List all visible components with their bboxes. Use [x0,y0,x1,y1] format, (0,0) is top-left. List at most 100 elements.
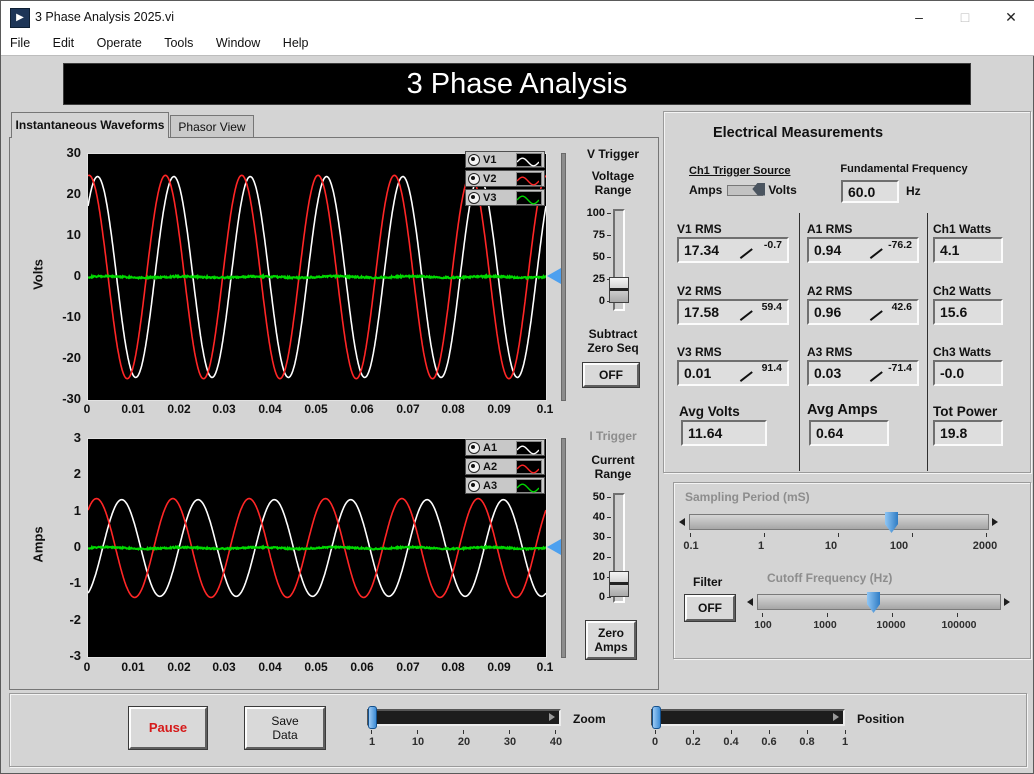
amp-trigger-pointer-icon[interactable] [547,539,561,555]
trigger-source-track[interactable] [727,185,763,196]
fundamental-frequency-label: Fundamental Frequency [819,163,989,175]
cutoff-decrement-icon[interactable] [747,598,753,606]
voltage-range-thumb[interactable] [609,277,629,303]
tab-phasor-view[interactable]: Phasor View [170,115,254,138]
current-range-thumb[interactable] [609,571,629,597]
amp-xtick: 0.05 [296,660,336,674]
zero-amps-button-line1: Zero [588,626,634,640]
legend-item-a2[interactable]: A2 [465,458,545,475]
amp-xtick: 0.01 [113,660,153,674]
voltage-range-tick: 50 [581,251,605,263]
zoom-scale: 1 [369,736,375,748]
zoom-ticks [371,730,559,734]
sampling-decrement-icon[interactable] [679,518,685,526]
v1-rms-angle: -0.7 [738,239,782,261]
cutoff-scale: 10000 [876,619,905,631]
trigger-source-thumb-icon[interactable] [752,183,765,196]
ch1-trigger-source-switch[interactable]: Amps Volts [689,183,797,197]
v1-radio-icon[interactable] [468,154,480,166]
a3-radio-icon[interactable] [468,480,480,492]
maximize-button[interactable]: □ [942,1,988,33]
zero-amps-button[interactable]: Zero Amps [586,621,636,659]
amp-xtick: 0.07 [388,660,428,674]
volt-legend: V1 V2 V3 [465,151,545,208]
a1-rms-label: A1 RMS [807,222,852,236]
a3-rms-label: A3 RMS [807,345,852,359]
avg-volts-box: 11.64 [681,420,767,446]
column-divider [799,213,800,471]
amp-trigger-track[interactable] [561,438,566,658]
save-data-line1: Save [247,714,323,728]
menu-item-operate[interactable]: Operate [88,33,151,55]
avg-volts-value: 11.64 [688,425,722,441]
v3-legend-label: V3 [483,192,496,204]
zoom-label: Zoom [573,712,606,726]
a2-legend-label: A2 [483,461,497,473]
sampling-increment-icon[interactable] [992,518,998,526]
amp-ytick: 0 [49,540,81,554]
subtract-zero-seq-button[interactable]: OFF [583,363,639,387]
legend-item-a1[interactable]: A1 [465,439,545,456]
app-icon: ▶ [10,8,30,28]
menu-item-tools[interactable]: Tools [155,33,202,55]
cutoff-increment-icon[interactable] [1004,598,1010,606]
menu-item-window[interactable]: Window [207,33,269,55]
volt-ytick: -20 [49,351,81,365]
position-ticks [655,730,847,734]
position-scale: 1 [842,736,848,748]
amp-xtick: 0.1 [525,660,565,674]
legend-item-v3[interactable]: V3 [465,189,545,206]
fundamental-frequency-input[interactable]: 60.0 [841,180,899,203]
menubar: File Edit Operate Tools Window Help [1,33,1034,56]
menu-item-help[interactable]: Help [274,33,318,55]
legend-item-a3[interactable]: A3 [465,477,545,494]
minimize-button[interactable]: – [896,1,942,33]
zoom-thumb[interactable] [368,706,377,729]
v3-rms-value: 0.01 [684,365,711,381]
filter-off-button[interactable]: OFF [685,595,735,621]
a3-wave-icon [516,479,542,493]
amp-xtick: 0.02 [159,660,199,674]
volt-ytick: 0 [49,269,81,283]
sampling-scale: 1 [758,540,764,552]
trigger-source-volts-label[interactable]: Volts [768,183,796,197]
legend-item-v1[interactable]: V1 [465,151,545,168]
sampling-scale: 100 [890,540,908,552]
volt-trigger-track[interactable] [561,153,566,401]
menu-item-file[interactable]: File [1,33,39,55]
trigger-source-amps-label[interactable]: Amps [689,183,722,197]
volt-xtick: 0.04 [250,402,290,416]
zoom-slider[interactable] [367,709,561,726]
save-data-button[interactable]: Save Data [245,707,325,749]
avg-amps-label: Avg Amps [807,402,878,418]
a1-wave-icon [516,441,542,455]
position-track-arrow-icon [833,713,839,721]
avg-amps-box: 0.64 [809,420,889,446]
legend-item-v2[interactable]: V2 [465,170,545,187]
a2-radio-icon[interactable] [468,461,480,473]
ch2-watts-value: 15.6 [940,304,967,320]
ch3-watts-label: Ch3 Watts [933,345,991,359]
v2-radio-icon[interactable] [468,173,480,185]
v2-rms-value: 17.58 [684,304,719,320]
position-slider[interactable] [651,709,845,726]
position-scale: 0.4 [723,736,738,748]
tab-instantaneous-waveforms[interactable]: Instantaneous Waveforms [11,112,169,138]
a1-radio-icon[interactable] [468,442,480,454]
tot-power-value: 19.8 [940,425,967,441]
current-range-tick: 50 [581,491,605,503]
position-thumb[interactable] [652,706,661,729]
menu-item-edit[interactable]: Edit [44,33,84,55]
v3-radio-icon[interactable] [468,192,480,204]
pause-button[interactable]: Pause [129,707,207,749]
v1-rms-label: V1 RMS [677,222,722,236]
avg-amps-value: 0.64 [816,425,843,441]
sampling-period-slider[interactable] [689,514,989,530]
close-button[interactable]: ✕ [988,1,1034,33]
window-title: 3 Phase Analysis 2025.vi [35,10,174,24]
a1-legend-label: A1 [483,442,497,454]
v2-rms-angle: 59.4 [738,301,782,323]
cutoff-scale: 100000 [941,619,976,631]
volt-trigger-pointer-icon[interactable] [547,268,561,284]
amp-ytick: -1 [49,576,81,590]
